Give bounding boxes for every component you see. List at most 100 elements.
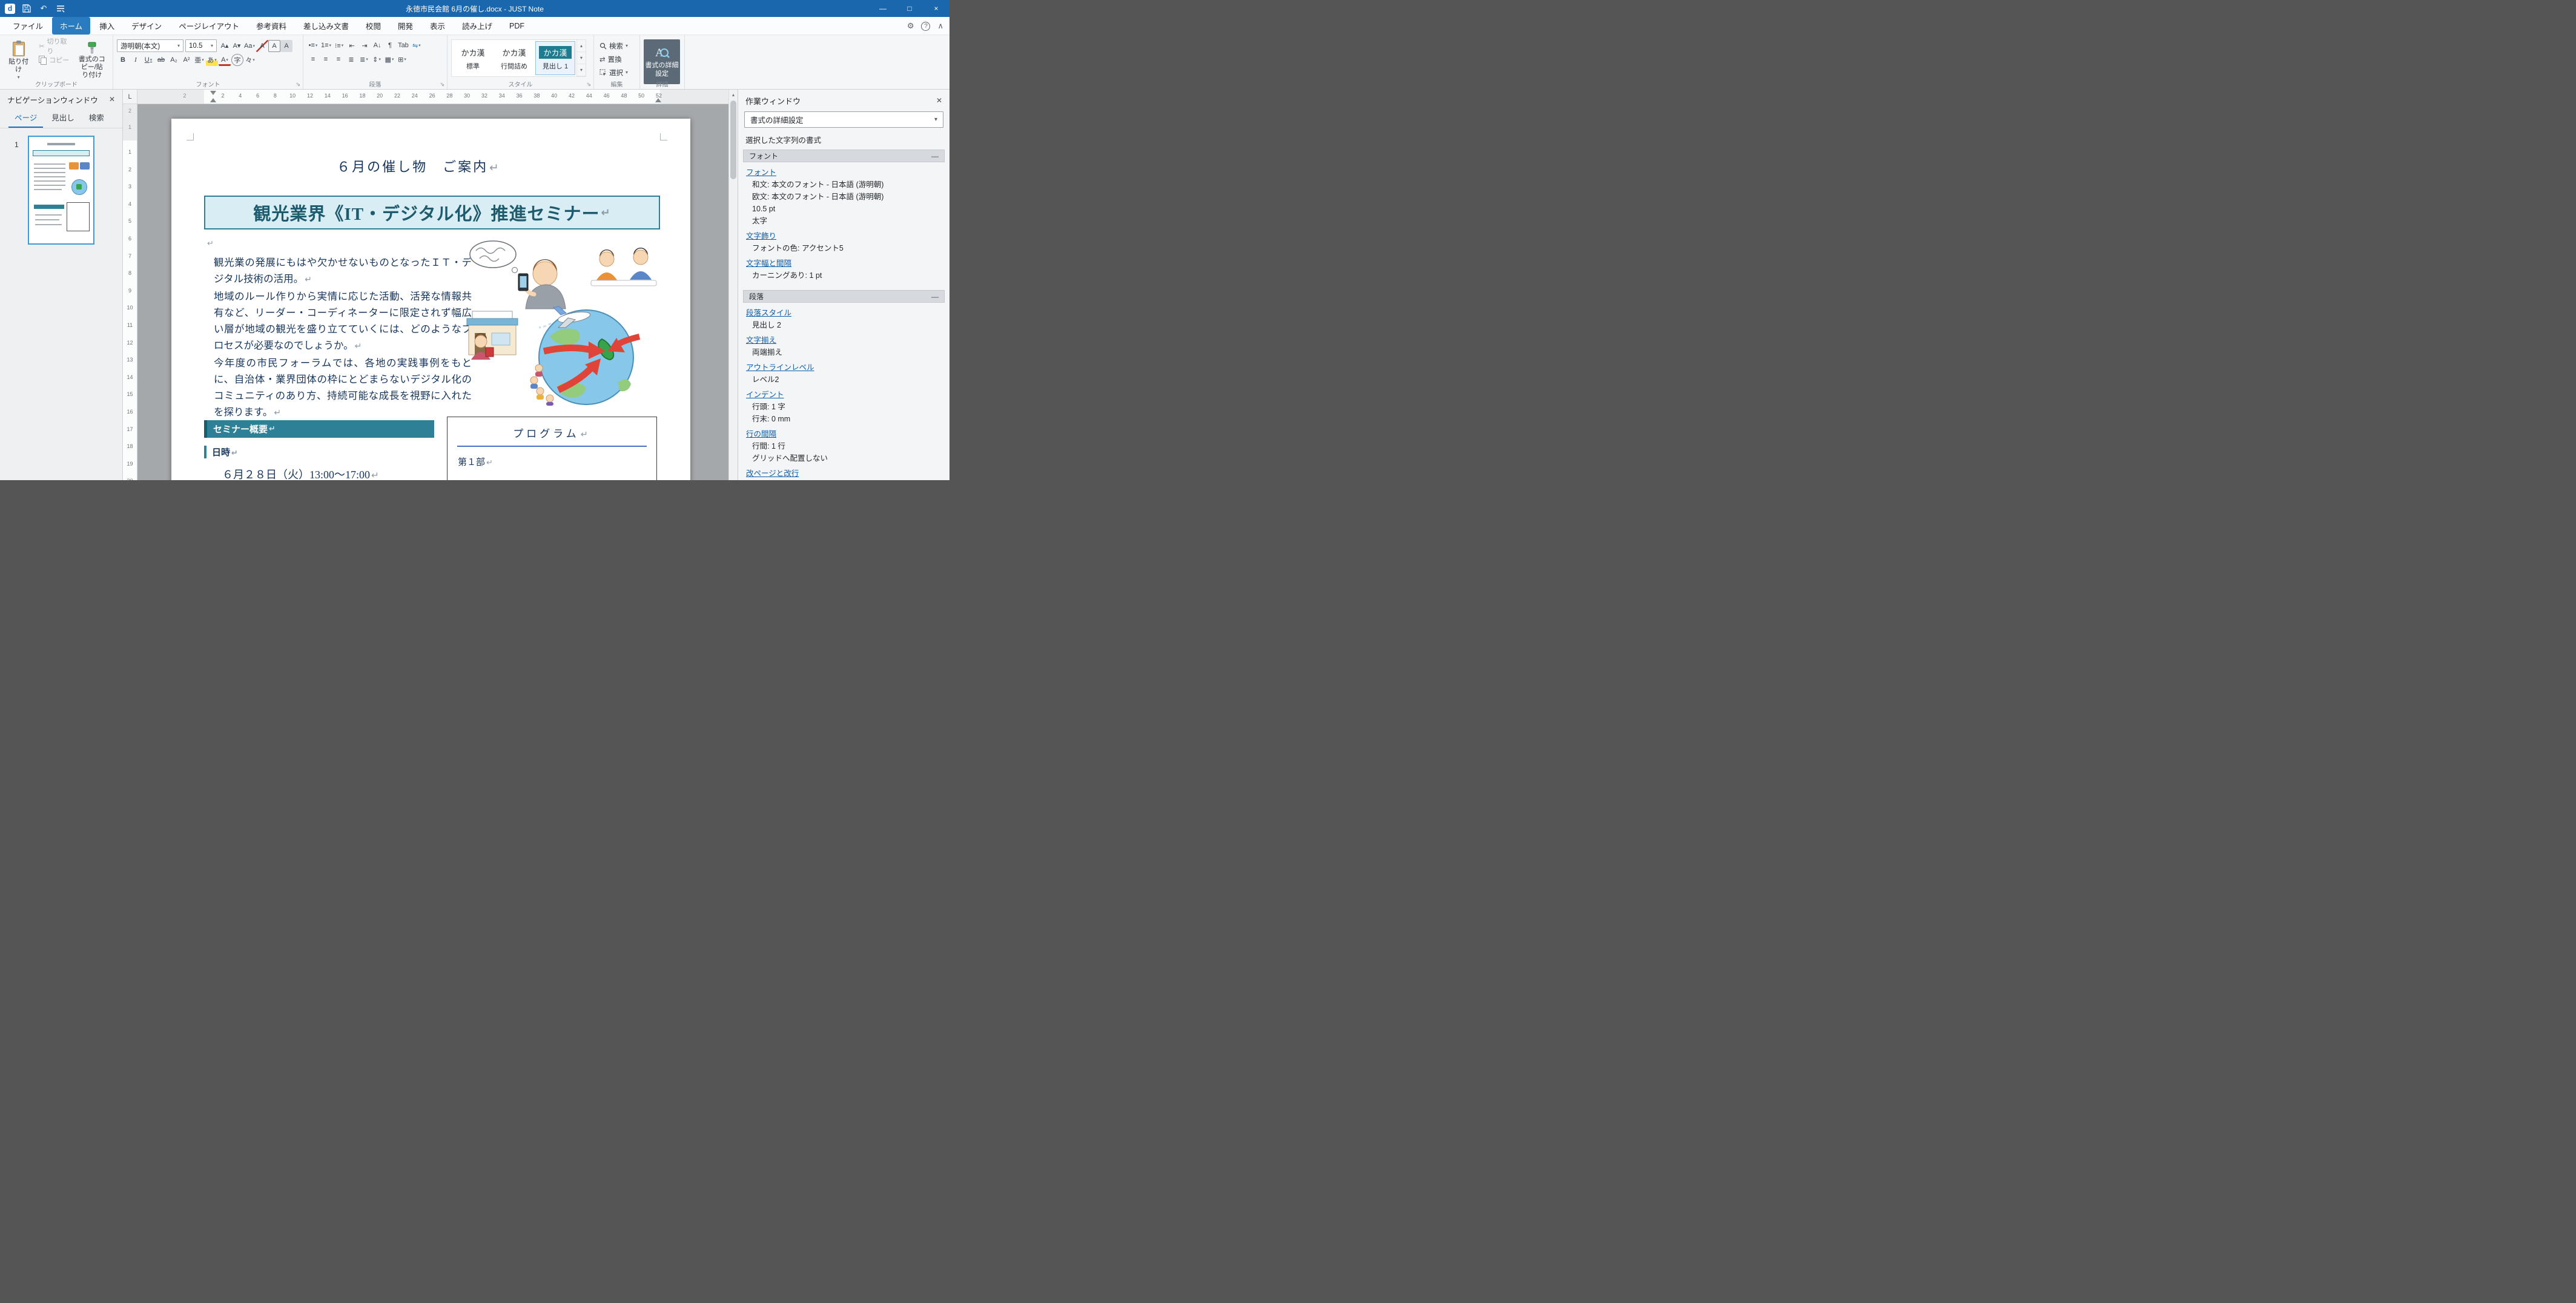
select-button[interactable]: 選択▾	[598, 66, 636, 79]
justify-icon[interactable]: ≣	[345, 53, 357, 65]
tab-selector[interactable]: L	[123, 90, 137, 104]
character-shading-icon[interactable]: A	[280, 40, 292, 52]
tab-references[interactable]: 参考資料	[248, 17, 294, 35]
kenten-icon[interactable]: 々	[244, 54, 256, 66]
tab-home[interactable]: ホーム	[52, 17, 90, 35]
underline-icon[interactable]: U	[142, 54, 154, 66]
settings-gear-icon[interactable]: ⚙	[907, 21, 914, 31]
distribute-icon[interactable]: ≣	[358, 53, 370, 65]
italic-icon[interactable]: I	[130, 54, 142, 66]
scroll-up-icon[interactable]: ▴	[729, 90, 738, 99]
font-size-select[interactable]: 10.5▾	[185, 39, 217, 52]
tab-review[interactable]: 校閲	[358, 17, 389, 35]
shading-icon[interactable]: ▦	[383, 53, 395, 65]
font-color-icon[interactable]: A	[219, 56, 231, 66]
section-header-font[interactable]: フォント —	[743, 150, 945, 162]
collapse-section-icon[interactable]: —	[931, 152, 939, 160]
nav-tab-search[interactable]: 検索	[83, 109, 110, 128]
tab-insert[interactable]: 挿入	[91, 17, 122, 35]
document-page[interactable]: ６月の催し物 ご案内↵ 観光業界《IT・デジタル化》推進セミナー↵ ↵ 観光業の…	[171, 119, 690, 480]
v-ruler[interactable]: 211234567891011121314151617181920	[123, 104, 137, 480]
align-left-icon[interactable]: ≡	[307, 53, 319, 65]
superscript-icon[interactable]: A²	[180, 54, 193, 66]
undo-icon[interactable]: ↶	[38, 3, 49, 14]
show-marks-icon[interactable]: ¶	[384, 39, 396, 51]
link-char-width-spacing[interactable]: 文字幅と間隔	[746, 259, 791, 268]
format-details-button[interactable]: A 書式の詳細設定	[644, 39, 680, 84]
right-indent-marker[interactable]	[655, 98, 661, 102]
link-text-decoration[interactable]: 文字飾り	[746, 231, 776, 241]
style-no-spacing[interactable]: かカ漢 行間詰め	[494, 41, 534, 75]
character-border-icon[interactable]: A	[268, 40, 280, 52]
decrease-indent-icon[interactable]: ⇤	[346, 39, 358, 51]
section-header-paragraph[interactable]: 段落 —	[743, 290, 945, 303]
task-pane-mode-select[interactable]: 書式の詳細設定 ▾	[744, 111, 943, 128]
change-case-icon[interactable]: Aa	[243, 40, 256, 52]
tab-page-layout[interactable]: ページレイアウト	[171, 17, 247, 35]
text-direction-icon[interactable]: ⇋	[411, 39, 423, 51]
vertical-scrollbar[interactable]: ▴	[728, 90, 738, 480]
tab-icon[interactable]: Tab	[397, 39, 410, 51]
tab-pdf[interactable]: PDF	[501, 19, 532, 33]
nav-tab-headings[interactable]: 見出し	[45, 109, 81, 128]
copy-button[interactable]: コピー	[36, 53, 71, 67]
help-icon[interactable]: ?	[921, 22, 930, 31]
link-paragraph-style[interactable]: 段落スタイル	[746, 308, 791, 318]
decrease-font-size-icon[interactable]: A▾	[231, 40, 243, 52]
cut-button[interactable]: ✂ 切り取り	[36, 39, 71, 53]
paste-button[interactable]: 貼り付け ▾	[4, 39, 33, 82]
replace-button[interactable]: ⇄ 置換	[598, 53, 636, 65]
bold-icon[interactable]: B	[117, 54, 129, 66]
borders-icon[interactable]: ⊞	[396, 53, 408, 65]
first-line-indent-marker[interactable]	[210, 91, 216, 95]
page-thumbnail[interactable]	[28, 136, 94, 245]
styles-scroll-down-icon[interactable]: ▾	[577, 52, 586, 64]
line-spacing-icon[interactable]: ⇕	[371, 53, 383, 65]
enclose-character-icon[interactable]: 字	[231, 54, 243, 66]
link-font[interactable]: フォント	[746, 168, 776, 177]
style-normal[interactable]: かカ漢 標準	[453, 41, 493, 75]
customize-toolbar-icon[interactable]	[55, 3, 66, 14]
increase-indent-icon[interactable]: ⇥	[358, 39, 371, 51]
link-outline-level[interactable]: アウトラインレベル	[746, 363, 814, 372]
tab-view[interactable]: 表示	[422, 17, 453, 35]
numbered-list-icon[interactable]: 1≡	[320, 39, 332, 51]
close-button[interactable]: ×	[923, 0, 949, 17]
nav-tab-pages[interactable]: ページ	[8, 109, 43, 128]
collapse-section-icon[interactable]: —	[931, 292, 939, 301]
align-right-icon[interactable]: ≡	[332, 53, 345, 65]
tab-read-aloud[interactable]: 読み上げ	[454, 17, 500, 35]
scrollbar-thumb[interactable]	[730, 101, 736, 179]
strikethrough-icon[interactable]: ab	[155, 54, 167, 66]
bullet-list-icon[interactable]: •≡	[307, 39, 319, 51]
subscript-icon[interactable]: A₂	[168, 54, 180, 66]
styles-scroll-up-icon[interactable]: ▴	[577, 40, 586, 52]
increase-font-size-icon[interactable]: A▴	[219, 40, 231, 52]
navigation-close-icon[interactable]: ✕	[109, 95, 115, 104]
tab-file[interactable]: ファイル	[5, 17, 51, 35]
hanging-indent-marker[interactable]	[210, 98, 216, 102]
tab-mailings[interactable]: 差し込み文書	[296, 17, 357, 35]
collapse-ribbon-icon[interactable]: ∧	[937, 21, 943, 31]
link-line-spacing[interactable]: 行の間隔	[746, 429, 776, 439]
format-painter-button[interactable]: 書式のコピー/貼り付け	[75, 39, 109, 82]
maximize-button[interactable]: □	[896, 0, 923, 17]
link-indent[interactable]: インデント	[746, 390, 784, 400]
multilevel-list-icon[interactable]: ⁝≡	[333, 39, 345, 51]
save-icon[interactable]	[21, 3, 32, 14]
font-name-select[interactable]: 游明朝(本文)▾	[117, 39, 183, 52]
tab-developer[interactable]: 開発	[390, 17, 421, 35]
align-center-icon[interactable]: ≡	[320, 53, 332, 65]
clear-formatting-icon[interactable]: A	[256, 40, 268, 52]
highlight-color-icon[interactable]: あ	[206, 54, 218, 66]
paste-dropdown-caret[interactable]: ▾	[18, 76, 20, 79]
sort-icon[interactable]: A↓	[371, 39, 383, 51]
link-alignment[interactable]: 文字揃え	[746, 335, 776, 345]
link-page-break[interactable]: 改ページと改行	[746, 469, 799, 478]
tab-design[interactable]: デザイン	[124, 17, 170, 35]
minimize-button[interactable]: —	[870, 0, 896, 17]
style-heading1[interactable]: かカ漢 見出し 1	[535, 41, 575, 75]
task-pane-close-icon[interactable]: ✕	[936, 96, 942, 105]
h-ruler[interactable]: 2246810121416182022242628303234363840424…	[137, 90, 728, 104]
ruby-icon[interactable]: 亜	[193, 54, 205, 66]
